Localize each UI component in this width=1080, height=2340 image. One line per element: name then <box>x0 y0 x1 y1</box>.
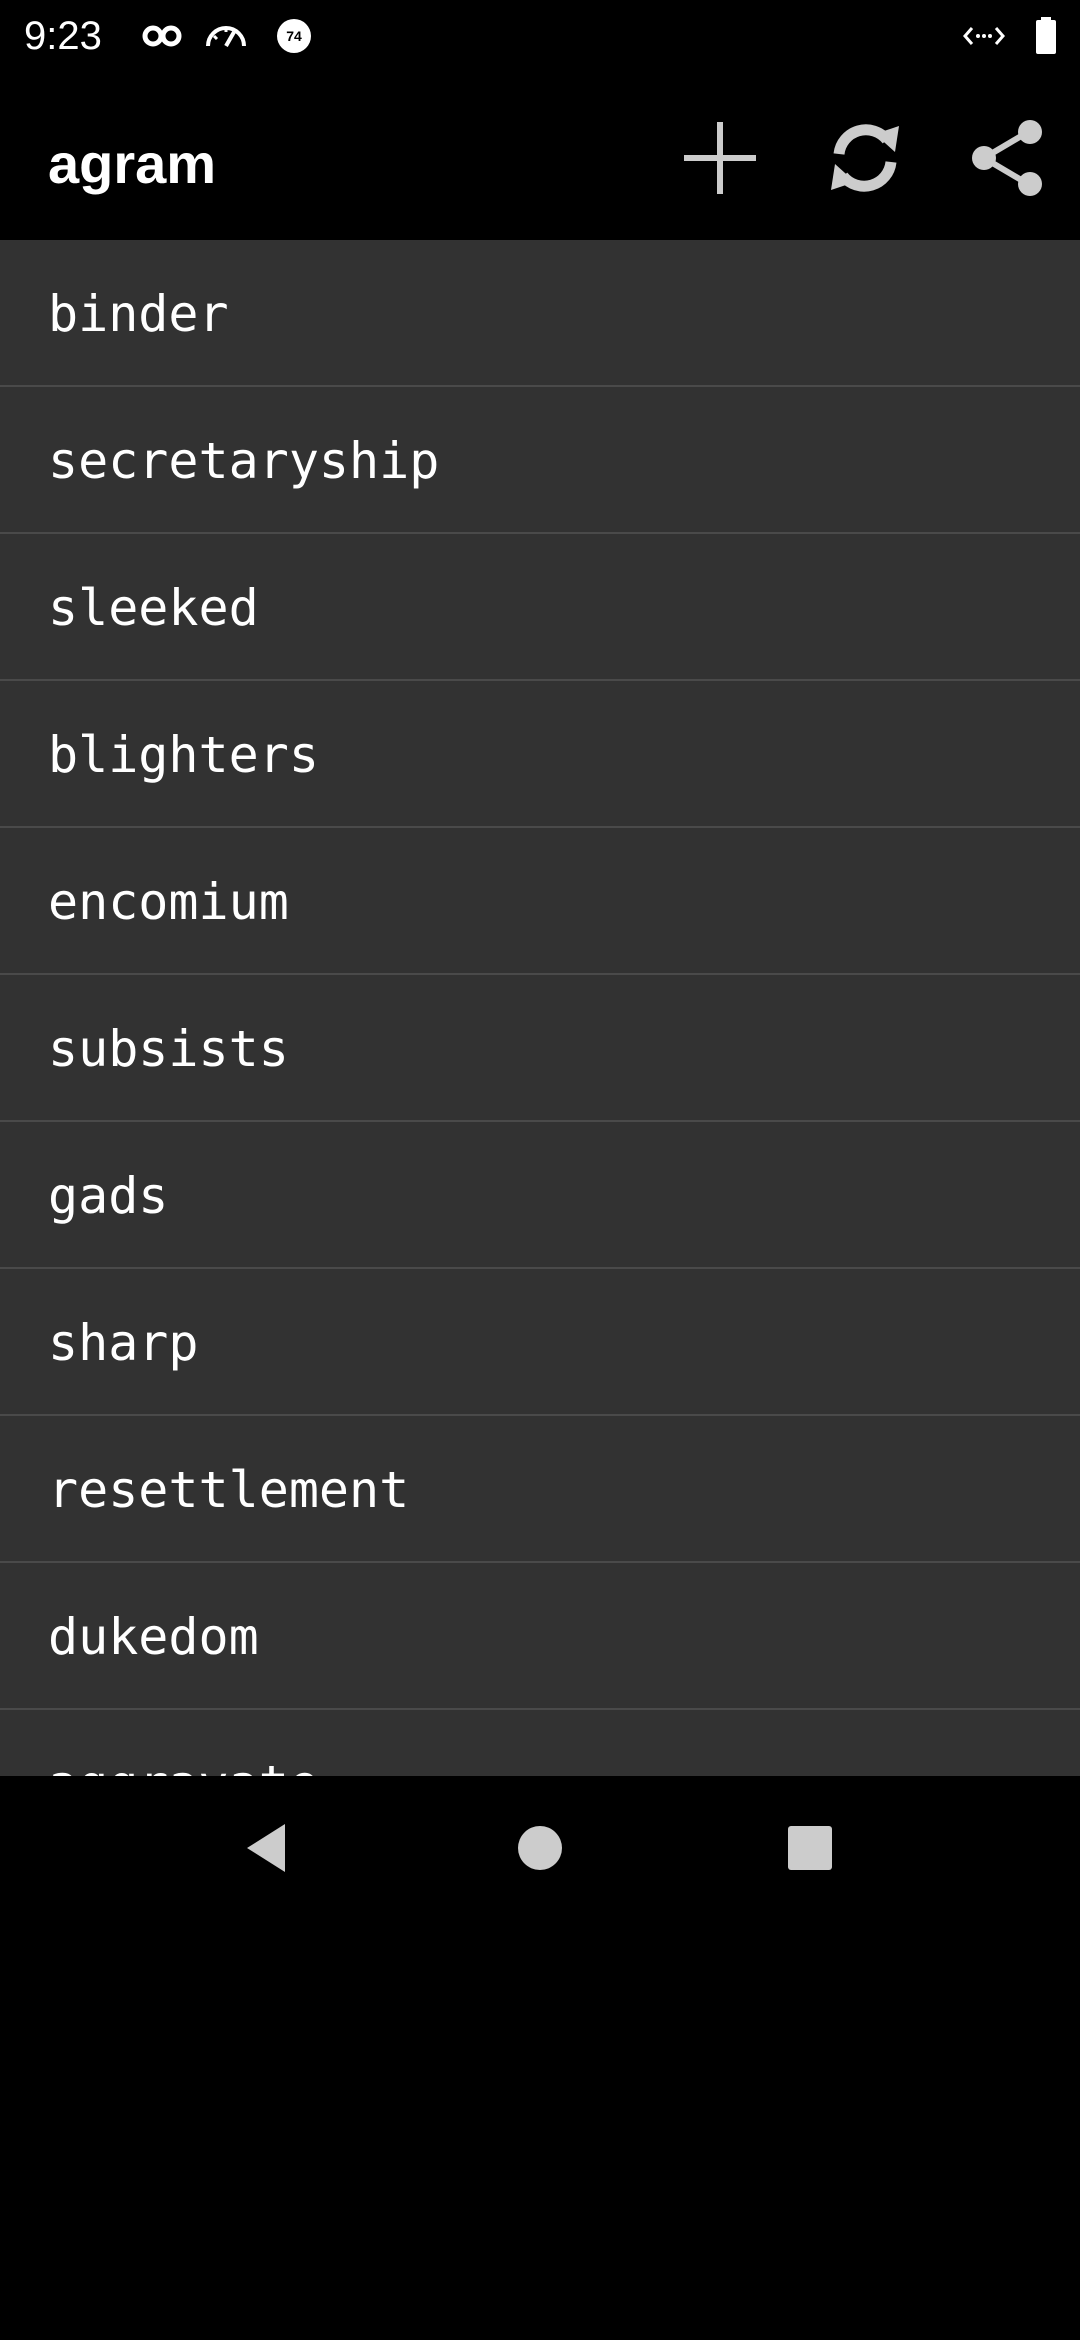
badge-number: 74 <box>286 28 302 44</box>
word-label: sharp <box>48 1314 199 1372</box>
app-bar: agram <box>0 72 1080 240</box>
add-button[interactable] <box>670 108 770 208</box>
list-item[interactable]: subsists <box>0 975 1080 1122</box>
list-item[interactable]: gads <box>0 1122 1080 1269</box>
list-item[interactable]: dukedom <box>0 1563 1080 1710</box>
battery-icon <box>1024 14 1068 58</box>
word-list[interactable]: binder secretaryship sleeked blighters e… <box>0 240 1080 1776</box>
refresh-button[interactable] <box>815 108 915 208</box>
word-label: subsists <box>48 1020 289 1078</box>
share-button[interactable] <box>958 108 1058 208</box>
word-label: gads <box>48 1167 169 1225</box>
app-title: agram <box>48 132 217 195</box>
home-button[interactable] <box>490 1798 590 1898</box>
list-item[interactable]: secretaryship <box>0 387 1080 534</box>
navigation-bar <box>0 1776 1080 1920</box>
word-label: sleeked <box>48 579 259 637</box>
list-item[interactable]: blighters <box>0 681 1080 828</box>
speedometer-icon <box>204 14 248 58</box>
word-label: encomium <box>48 873 289 931</box>
word-label: resettlement <box>48 1461 410 1519</box>
word-label: dukedom <box>48 1608 259 1666</box>
list-item[interactable]: aggravate <box>0 1710 1080 1776</box>
word-label: aggravate <box>48 1754 319 1776</box>
word-label: blighters <box>48 726 319 784</box>
list-item[interactable]: encomium <box>0 828 1080 975</box>
word-label: secretaryship <box>48 432 440 490</box>
list-item[interactable]: binder <box>0 240 1080 387</box>
list-item[interactable]: resettlement <box>0 1416 1080 1563</box>
back-icon <box>247 1824 285 1872</box>
plus-icon <box>684 122 756 194</box>
code-brackets-icon <box>962 14 1006 58</box>
share-icon <box>972 120 1042 196</box>
empty-area <box>0 1920 1080 2340</box>
home-icon <box>518 1826 562 1870</box>
list-item[interactable]: sharp <box>0 1269 1080 1416</box>
recents-button[interactable] <box>760 1798 860 1898</box>
list-item[interactable]: sleeked <box>0 534 1080 681</box>
status-time: 9:23 <box>24 14 102 58</box>
word-label: binder <box>48 285 229 343</box>
refresh-icon <box>831 124 899 192</box>
recents-icon <box>788 1826 832 1870</box>
incognito-icon <box>140 14 184 58</box>
back-button[interactable] <box>217 1798 317 1898</box>
status-bar: 9:23 74 <box>0 0 1080 72</box>
notification-badge-icon: 74 <box>272 14 316 58</box>
